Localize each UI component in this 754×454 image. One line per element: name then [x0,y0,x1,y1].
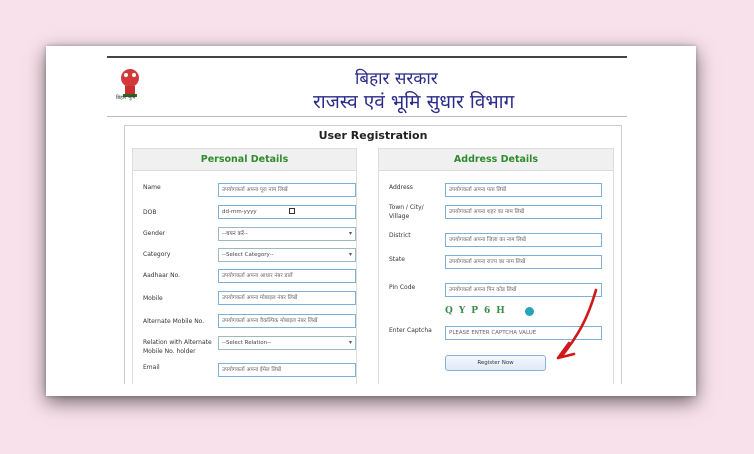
annotation-arrow [556,288,598,360]
